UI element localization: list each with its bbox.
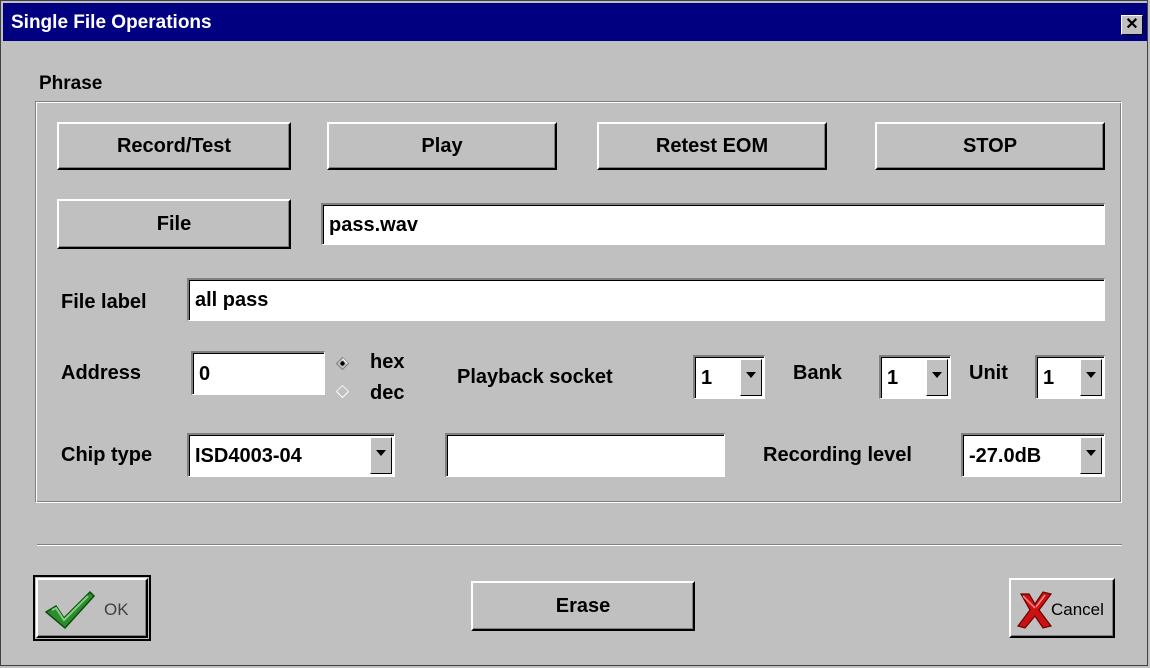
unit-select[interactable]: 1 [1035, 355, 1105, 399]
record-test-button[interactable]: Record/Test [57, 122, 291, 170]
retest-eom-label: Retest EOM [655, 135, 769, 157]
erase-button[interactable]: Erase [471, 581, 695, 631]
retest-eom-button[interactable]: Retest EOM [597, 122, 827, 170]
address-label: Address [61, 362, 142, 384]
chevron-down-icon[interactable] [1080, 437, 1102, 474]
chip-type-value: ISD4003-04 [195, 445, 302, 467]
file-label-value: all pass [195, 289, 269, 311]
dec-radio-label: dec [370, 382, 405, 404]
unit-label: Unit [969, 362, 1008, 384]
file-button[interactable]: File [57, 199, 291, 249]
playback-socket-select[interactable]: 1 [693, 355, 765, 399]
chip-type-label: Chip type [61, 444, 153, 466]
chip-info-field[interactable] [445, 433, 725, 477]
close-icon: ✕ [1125, 16, 1139, 33]
address-value: 0 [199, 363, 211, 385]
dec-radio[interactable] [336, 385, 349, 398]
bank-select[interactable]: 1 [879, 355, 951, 399]
file-button-label: File [156, 213, 192, 235]
recording-level-label: Recording level [763, 444, 912, 466]
unit-value: 1 [1043, 367, 1055, 389]
erase-label: Erase [555, 595, 611, 617]
title-bar[interactable]: Single File Operations ✕ [3, 3, 1147, 41]
separator-line [37, 544, 1122, 546]
playback-socket-label: Playback socket [457, 366, 613, 388]
checkmark-icon [44, 590, 96, 630]
dialog-window: Single File Operations ✕ Phrase Record/T… [0, 0, 1148, 666]
file-label-label: File label [61, 291, 147, 313]
window-title: Single File Operations [11, 12, 212, 33]
file-path-input[interactable]: pass.wav [321, 203, 1105, 245]
bank-value: 1 [887, 367, 899, 389]
chevron-down-icon[interactable] [740, 359, 762, 396]
file-label-input[interactable]: all pass [187, 278, 1105, 321]
play-label: Play [421, 135, 463, 157]
chip-type-select[interactable]: ISD4003-04 [187, 433, 395, 477]
hex-radio[interactable] [336, 357, 349, 370]
phrase-group-label: Phrase [39, 73, 103, 94]
record-test-label: Record/Test [116, 135, 232, 157]
file-path-value: pass.wav [329, 214, 418, 236]
bank-label: Bank [793, 362, 842, 384]
play-button[interactable]: Play [327, 122, 557, 170]
cancel-button[interactable]: Cancel [1009, 578, 1115, 638]
chevron-down-icon[interactable] [370, 437, 392, 474]
stop-label: STOP [962, 135, 1018, 157]
red-x-icon [1016, 591, 1053, 629]
recording-level-value: -27.0dB [969, 445, 1042, 467]
playback-socket-value: 1 [701, 367, 713, 389]
recording-level-select[interactable]: -27.0dB [961, 433, 1105, 477]
address-input[interactable]: 0 [191, 351, 325, 395]
stop-button[interactable]: STOP [875, 122, 1105, 170]
ok-label: OK [104, 600, 129, 619]
chevron-down-icon[interactable] [926, 359, 948, 396]
chevron-down-icon[interactable] [1080, 359, 1102, 396]
hex-radio-label: hex [370, 351, 405, 373]
cancel-label: Cancel [1051, 600, 1104, 619]
close-button[interactable]: ✕ [1121, 15, 1143, 35]
ok-button[interactable]: OK [36, 578, 148, 638]
